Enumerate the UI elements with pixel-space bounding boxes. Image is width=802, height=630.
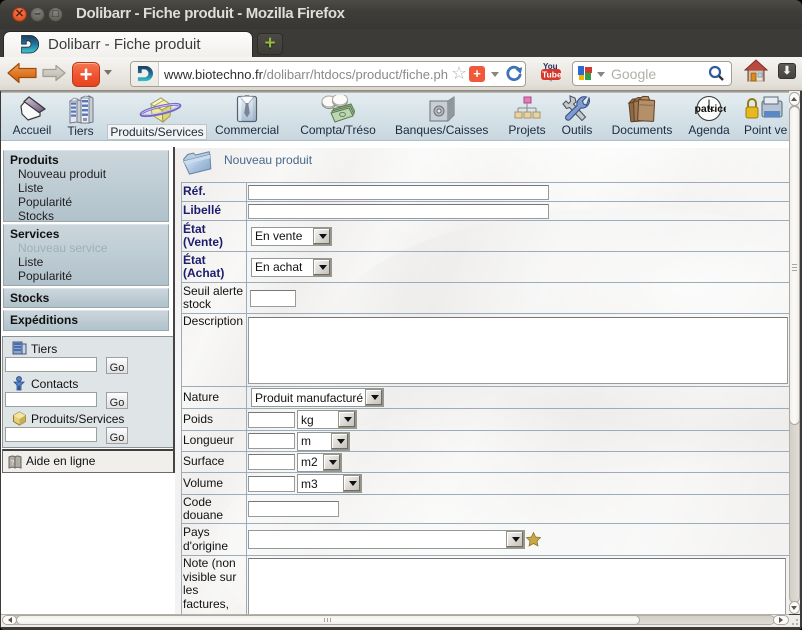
svg-text:patrice: patrice (695, 103, 727, 115)
svg-text:Tube: Tube (542, 70, 562, 80)
svg-text:?: ? (11, 460, 15, 467)
